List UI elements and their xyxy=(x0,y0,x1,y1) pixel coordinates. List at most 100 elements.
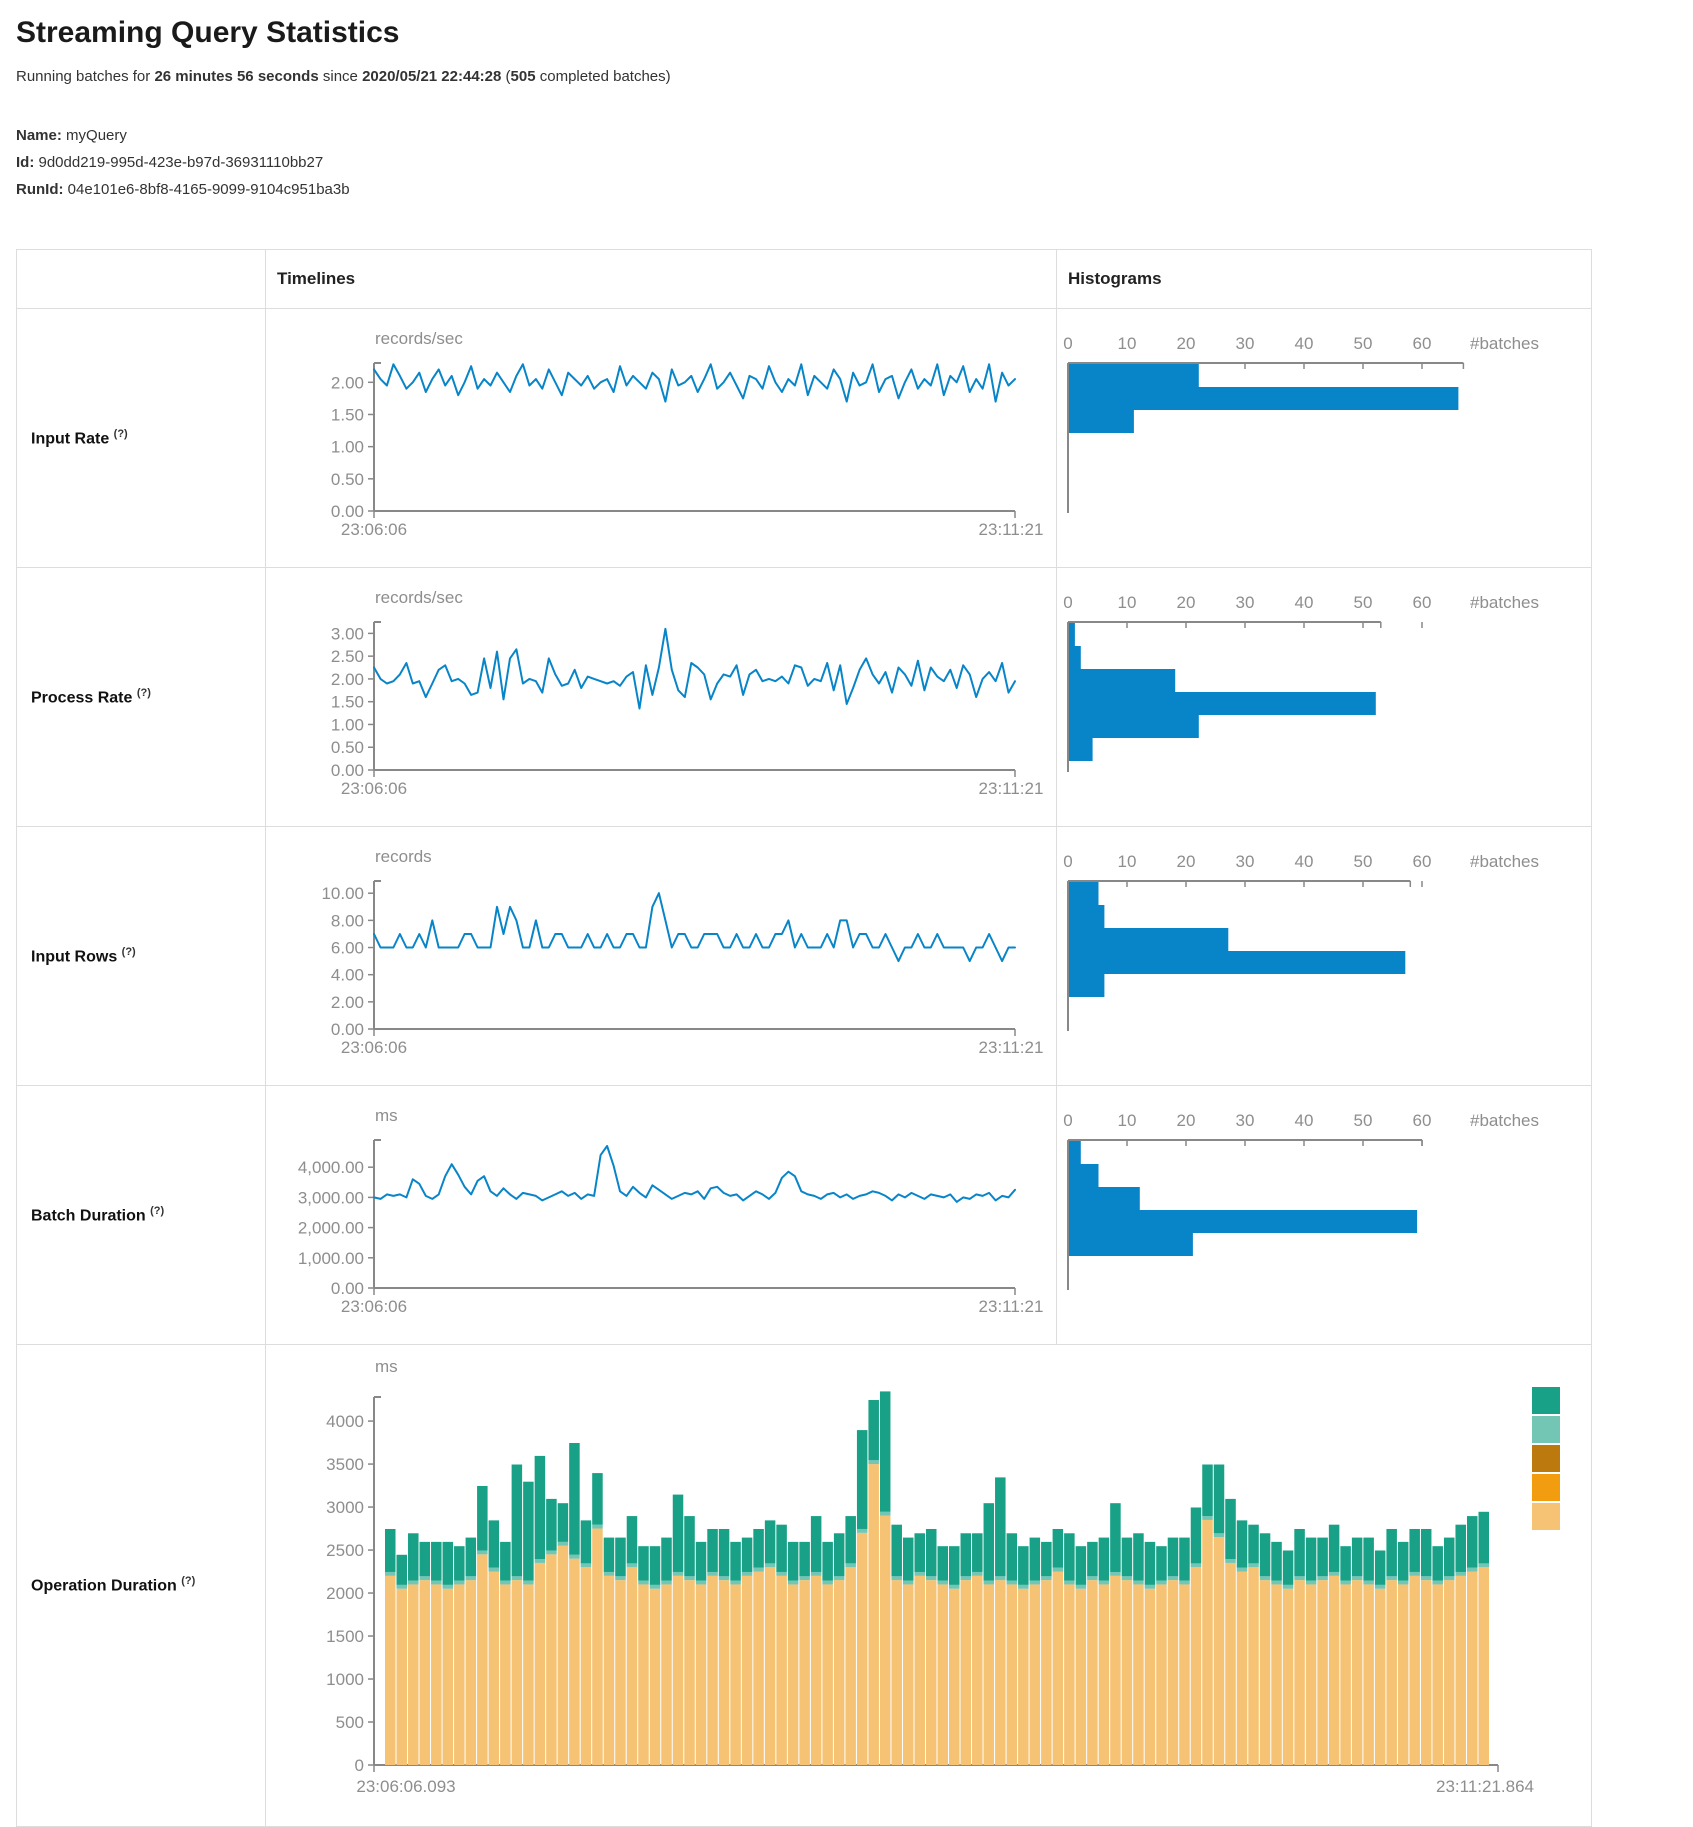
svg-text:10.00: 10.00 xyxy=(321,884,364,903)
summary-prefix: Running batches for xyxy=(16,68,150,85)
svg-text:10: 10 xyxy=(1118,1111,1137,1130)
svg-text:2.00: 2.00 xyxy=(331,373,364,392)
svg-text:30: 30 xyxy=(1236,593,1255,612)
help-tooltip-icon[interactable]: (?) xyxy=(181,1575,195,1587)
svg-text:0: 0 xyxy=(1063,334,1072,353)
input-rate-timeline-cell: records/sec2.001.501.000.500.0023:06:062… xyxy=(266,309,1057,568)
svg-text:records: records xyxy=(375,847,432,866)
query-runid-line: RunId: 04e101e6-8bf8-4165-9099-9104c951b… xyxy=(16,176,1677,203)
input-rate-histogram-cell: 0102030405060#batches xyxy=(1057,309,1592,568)
svg-text:4,000.00: 4,000.00 xyxy=(298,1158,364,1177)
input-rows-timeline-cell: records10.008.006.004.002.000.0023:06:06… xyxy=(266,827,1057,1086)
operation-duration-stacked-chart: ms4000350030002500200015001000500023:06:… xyxy=(266,1353,1589,1811)
svg-text:0.00: 0.00 xyxy=(331,502,364,521)
row-label: Input Rate xyxy=(31,430,109,447)
svg-text:23:06:06: 23:06:06 xyxy=(341,1297,407,1316)
query-name-value: myQuery xyxy=(66,127,127,144)
svg-text:0.50: 0.50 xyxy=(331,738,364,757)
input-rate-timeline-chart: records/sec2.001.501.000.500.0023:06:062… xyxy=(266,317,1055,551)
row-label-cell: Operation Duration (?) xyxy=(17,1345,266,1827)
help-tooltip-icon[interactable]: (?) xyxy=(137,687,151,699)
legend-swatch-1 xyxy=(1532,1387,1560,1414)
input-rows-histogram-chart: 0102030405060#batches xyxy=(1057,835,1590,1069)
svg-text:30: 30 xyxy=(1236,334,1255,353)
svg-text:3.00: 3.00 xyxy=(331,624,364,643)
svg-text:3,000.00: 3,000.00 xyxy=(298,1188,364,1207)
svg-text:#batches: #batches xyxy=(1470,334,1539,353)
row-label-cell: Input Rate (?) xyxy=(17,309,266,568)
help-tooltip-icon[interactable]: (?) xyxy=(150,1205,164,1217)
legend-swatch-2 xyxy=(1532,1416,1560,1443)
svg-text:8.00: 8.00 xyxy=(331,911,364,930)
svg-text:2,000.00: 2,000.00 xyxy=(298,1219,364,1238)
table-row-input-rate: Input Rate (?) records/sec 2.00 1.50 1.00 0.… xyxy=(17,309,1592,568)
help-tooltip-icon[interactable]: (?) xyxy=(122,946,136,958)
row-label-cell: Batch Duration (?) xyxy=(17,1086,266,1345)
row-label: Input Rows xyxy=(31,948,117,965)
input-rows-timeline-chart: records10.008.006.004.002.000.0023:06:06… xyxy=(266,835,1055,1069)
column-header-histograms: Histograms xyxy=(1057,250,1592,309)
running-batches-summary: Running batches for 26 minutes 56 second… xyxy=(16,68,1677,85)
svg-text:1.00: 1.00 xyxy=(331,715,364,734)
svg-text:50: 50 xyxy=(1354,852,1373,871)
help-tooltip-icon[interactable]: (?) xyxy=(114,428,128,440)
svg-text:records/sec: records/sec xyxy=(375,329,463,348)
svg-text:20: 20 xyxy=(1177,334,1196,353)
svg-text:23:11:21: 23:11:21 xyxy=(979,779,1044,798)
row-label-cell: Process Rate (?) xyxy=(17,568,266,827)
query-name-label: Name: xyxy=(16,127,62,144)
summary-suffix: completed batches) xyxy=(540,68,671,85)
svg-text:4000: 4000 xyxy=(326,1412,364,1431)
svg-text:10: 10 xyxy=(1118,593,1137,612)
row-label: Batch Duration xyxy=(31,1207,146,1224)
page-title: Streaming Query Statistics xyxy=(16,16,1677,50)
svg-text:0.00: 0.00 xyxy=(331,761,364,780)
svg-text:60: 60 xyxy=(1413,593,1432,612)
svg-text:1000: 1000 xyxy=(326,1670,364,1689)
svg-text:20: 20 xyxy=(1177,852,1196,871)
svg-text:40: 40 xyxy=(1295,1111,1314,1130)
row-label-cell: Input Rows (?) xyxy=(17,827,266,1086)
svg-text:3500: 3500 xyxy=(326,1455,364,1474)
table-header-row: Timelines Histograms xyxy=(17,250,1592,309)
query-runid-value: 04e101e6-8bf8-4165-9099-9104c951ba3b xyxy=(68,181,350,198)
svg-text:1.50: 1.50 xyxy=(331,405,364,424)
svg-text:23:11:21: 23:11:21 xyxy=(979,1038,1044,1057)
svg-text:2000: 2000 xyxy=(326,1584,364,1603)
statistics-table: Timelines Histograms Input Rate (?) reco… xyxy=(16,249,1592,1827)
table-row-operation-duration: Operation Duration (?) ms400035003000250… xyxy=(17,1345,1592,1827)
query-id-label: Id: xyxy=(16,154,34,171)
svg-text:2.00: 2.00 xyxy=(331,993,364,1012)
batch-duration-histogram-cell: 0102030405060#batches xyxy=(1057,1086,1592,1345)
svg-text:1.00: 1.00 xyxy=(331,438,364,457)
svg-text:10: 10 xyxy=(1118,852,1137,871)
svg-text:23:06:06: 23:06:06 xyxy=(341,779,407,798)
svg-text:0.50: 0.50 xyxy=(331,470,364,489)
svg-text:40: 40 xyxy=(1295,852,1314,871)
column-header-timelines: Timelines xyxy=(266,250,1057,309)
svg-text:23:11:21: 23:11:21 xyxy=(979,520,1044,539)
svg-text:2500: 2500 xyxy=(326,1541,364,1560)
row-label: Operation Duration xyxy=(31,1578,177,1595)
svg-text:50: 50 xyxy=(1354,593,1373,612)
svg-text:0: 0 xyxy=(1063,1111,1072,1130)
legend-swatch-5 xyxy=(1532,1503,1560,1530)
svg-text:50: 50 xyxy=(1354,334,1373,353)
svg-text:40: 40 xyxy=(1295,593,1314,612)
operation-duration-legend xyxy=(1532,1387,1560,1532)
svg-text:2.00: 2.00 xyxy=(331,670,364,689)
query-metadata: Name: myQuery Id: 9d0dd219-995d-423e-b97… xyxy=(16,122,1677,203)
batch-duration-timeline-chart: ms4,000.003,000.002,000.001,000.000.0023… xyxy=(266,1094,1055,1328)
operation-duration-wrap: ms4000350030002500200015001000500023:06:… xyxy=(266,1353,1589,1811)
svg-text:0: 0 xyxy=(355,1756,364,1775)
svg-text:10: 10 xyxy=(1118,334,1137,353)
table-row-batch-duration: Batch Duration (?) ms4,000.003,000.002,0… xyxy=(17,1086,1592,1345)
svg-text:60: 60 xyxy=(1413,852,1432,871)
svg-text:1.50: 1.50 xyxy=(331,693,364,712)
svg-text:50: 50 xyxy=(1354,1111,1373,1130)
svg-text:0: 0 xyxy=(1063,852,1072,871)
svg-text:#batches: #batches xyxy=(1470,593,1539,612)
svg-text:#batches: #batches xyxy=(1470,1111,1539,1130)
svg-text:3000: 3000 xyxy=(326,1498,364,1517)
svg-text:records/sec: records/sec xyxy=(375,588,463,607)
